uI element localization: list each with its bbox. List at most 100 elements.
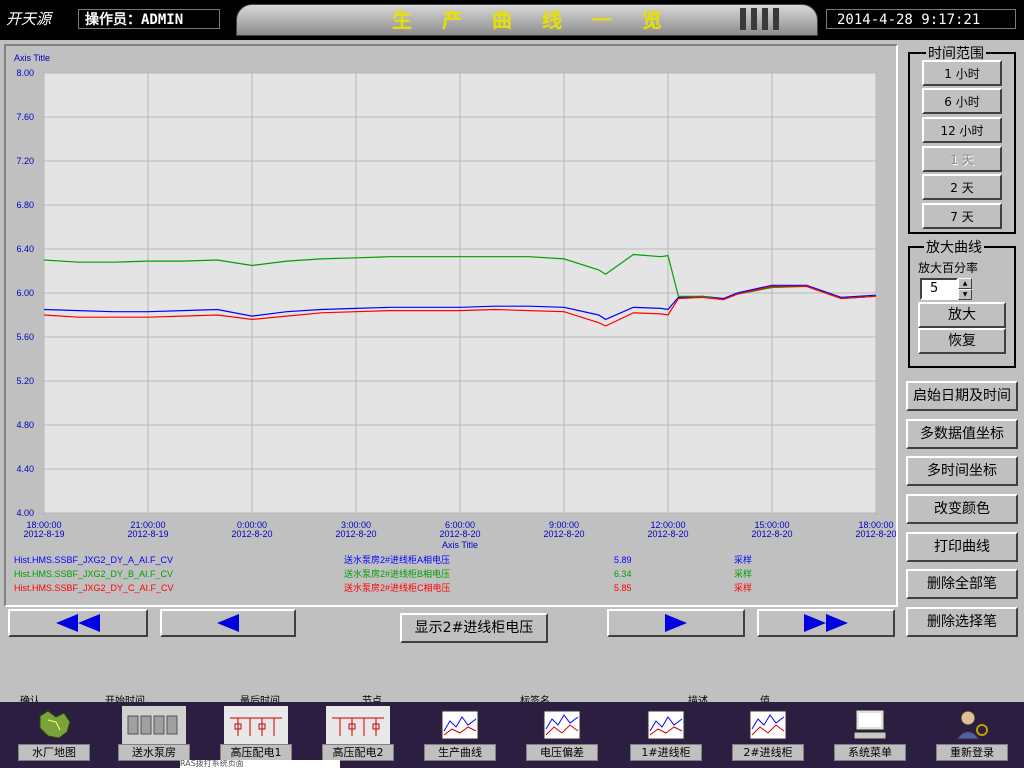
nav-voltage-deviation[interactable]: 电压偏差: [526, 704, 598, 762]
y-tick-label: 4.00: [16, 508, 34, 518]
nav-system-menu[interactable]: 系统菜单: [834, 704, 906, 762]
legend-tag: Hist.HMS.SSBF_JXG2_DY_B_AI.F_CV: [14, 569, 173, 579]
legend-name: 送水泵房2#进线柜C相电压: [344, 582, 451, 593]
change-color-button[interactable]: 改变颜色: [906, 494, 1018, 524]
map-icon: [22, 706, 86, 744]
datetime-display: 2014-4-28 9:17:21: [826, 9, 1016, 29]
delete-selected-pen-button[interactable]: 删除选择笔: [906, 607, 1018, 637]
zoom-button[interactable]: 放大: [918, 302, 1006, 328]
scroll-left-button[interactable]: [160, 609, 296, 637]
operator-label: 操作员：: [85, 12, 141, 28]
range-7-days-button[interactable]: 7 天: [922, 203, 1002, 229]
nav-plant-map[interactable]: 水厂地图: [18, 704, 90, 762]
stepper-up-icon[interactable]: ▲: [958, 278, 972, 289]
electrical-diagram-icon: [326, 706, 390, 744]
strip-col-tag: 标签名: [520, 696, 550, 702]
bottom-navigation: 水厂地图 送水泵房 高压配电1 高压配电2 生产曲线 电压偏差 1#进线柜 2#…: [0, 702, 1024, 768]
app-logo: 开天源: [6, 10, 52, 28]
restore-button[interactable]: 恢复: [918, 328, 1006, 354]
scroll-far-right-button[interactable]: [757, 609, 895, 637]
range-1-hour-button[interactable]: 1 小时: [922, 60, 1002, 86]
x-tick-date-label: 2012-8-20: [751, 529, 792, 539]
print-chart-button[interactable]: 打印曲线: [906, 532, 1018, 562]
trend-chart-icon: [530, 706, 594, 744]
nav-relogin[interactable]: 重新登录: [936, 704, 1008, 762]
multi-time-axis-button[interactable]: 多时间坐标: [906, 456, 1018, 486]
legend-tag: Hist.HMS.SSBF_JXG2_DY_C_AI.F_CV: [14, 583, 174, 593]
double-right-arrow-icon: [804, 614, 826, 632]
legend-mode: 采样: [734, 582, 752, 593]
zoom-percent-stepper[interactable]: 5 ▲ ▼: [920, 278, 972, 300]
double-left-arrow-icon: [56, 614, 78, 632]
show-2-incoming-voltage-button[interactable]: 显示2#进线柜电压: [400, 613, 548, 643]
trend-chart-icon: [634, 706, 698, 744]
trend-chart-icon: [428, 706, 492, 744]
trend-chart-panel: 8.00 7.60 7.20 6.80 6.40 6.00 5.60 5.20 4.80 4.40…: [4, 44, 898, 607]
title-bar: 开天源 操作员：ADMIN 生产曲线一览 2014-4-28 9:17:21: [0, 0, 1024, 40]
title-plate: 生产曲线一览: [236, 4, 818, 36]
strip-col-end-time: 最后时间: [240, 696, 280, 702]
y-tick-label: 6.80: [16, 200, 34, 210]
scroll-right-button[interactable]: [607, 609, 745, 637]
zoom-percent-label: 放大百分率: [918, 261, 979, 275]
y-tick-label: 6.40: [16, 244, 34, 254]
nav-incoming-cabinet-1[interactable]: 1#进线柜: [630, 704, 702, 762]
alarm-header-strip: 确认 开始时间 最后时间 节点 标签名 描述 值: [0, 688, 1024, 702]
right-arrow-icon: [665, 614, 687, 632]
trend-chart-icon: [736, 706, 800, 744]
legend-mode: 采样: [734, 568, 752, 579]
legend-value: 5.85: [614, 583, 632, 593]
x-tick-date-label: 2012-8-19: [127, 529, 168, 539]
x-tick-date-label: 2012-8-19: [23, 529, 64, 539]
nav-hv-distribution-1[interactable]: 高压配电1: [220, 704, 292, 762]
range-12-hours-button[interactable]: 12 小时: [922, 117, 1002, 143]
nav-incoming-cabinet-2[interactable]: 2#进线柜: [732, 704, 804, 762]
legend-value: 6.34: [614, 569, 632, 579]
nav-hv-distribution-2[interactable]: 高压配电2: [322, 704, 394, 762]
legend-mode: 采样: [734, 554, 752, 565]
y-tick-label: 4.80: [16, 420, 34, 430]
strip-col-value: 值: [760, 696, 770, 702]
electrical-diagram-icon: [224, 706, 288, 744]
scroll-far-left-button[interactable]: [8, 609, 148, 637]
y-tick-label: 7.20: [16, 156, 34, 166]
user-key-icon: [940, 706, 1004, 744]
range-6-hours-button[interactable]: 6 小时: [922, 88, 1002, 114]
x-tick-date-label: 2012-8-20: [231, 529, 272, 539]
x-tick-date-label: 2012-8-20: [855, 529, 896, 539]
zoom-title: 放大曲线: [924, 237, 984, 257]
nav-production-trends[interactable]: 生产曲线: [424, 704, 496, 762]
y-tick-label: 8.00: [16, 68, 34, 78]
nav-pump-house[interactable]: 送水泵房: [118, 704, 190, 762]
strip-col-confirm: 确认: [20, 696, 40, 702]
delete-all-pens-button[interactable]: 删除全部笔: [906, 569, 1018, 599]
strip-col-start-time: 开始时间: [105, 696, 145, 702]
left-arrow-icon: [217, 614, 239, 632]
y-tick-label: 5.60: [16, 332, 34, 342]
y-tick-label: 7.60: [16, 112, 34, 122]
legend-value: 5.89: [614, 555, 632, 565]
y-axis-title: Axis Title: [14, 53, 50, 63]
strip-col-desc: 描述: [688, 696, 708, 702]
x-tick-date-label: 2012-8-20: [543, 529, 584, 539]
y-tick-label: 6.00: [16, 288, 34, 298]
y-tick-label: 5.20: [16, 376, 34, 386]
trend-chart[interactable]: 8.00 7.60 7.20 6.80 6.40 6.00 5.60 5.20 4.80 4.40…: [6, 46, 896, 605]
x-tick-date-label: 2012-8-20: [439, 529, 480, 539]
y-tick-label: 4.40: [16, 464, 34, 474]
range-2-days-button[interactable]: 2 天: [922, 174, 1002, 200]
zoom-percent-input[interactable]: 5: [920, 278, 958, 300]
legend-tag: Hist.HMS.SSBF_JXG2_DY_A_AI.F_CV: [14, 555, 173, 565]
start-datetime-button[interactable]: 启始日期及时间: [906, 381, 1018, 411]
decorative-bars: [740, 8, 800, 30]
stepper-down-icon[interactable]: ▼: [958, 289, 972, 300]
page-title: 生产曲线一览: [392, 8, 692, 32]
computer-icon: [838, 706, 902, 744]
x-axis-title: Axis Title: [442, 540, 478, 550]
pump-house-icon: [122, 706, 186, 744]
x-tick-date-label: 2012-8-20: [335, 529, 376, 539]
range-1-day-button[interactable]: 1 天: [922, 146, 1002, 172]
multi-value-axis-button[interactable]: 多数据值坐标: [906, 419, 1018, 449]
operator-display: 操作员：ADMIN: [78, 9, 220, 29]
x-tick-date-label: 2012-8-20: [647, 529, 688, 539]
